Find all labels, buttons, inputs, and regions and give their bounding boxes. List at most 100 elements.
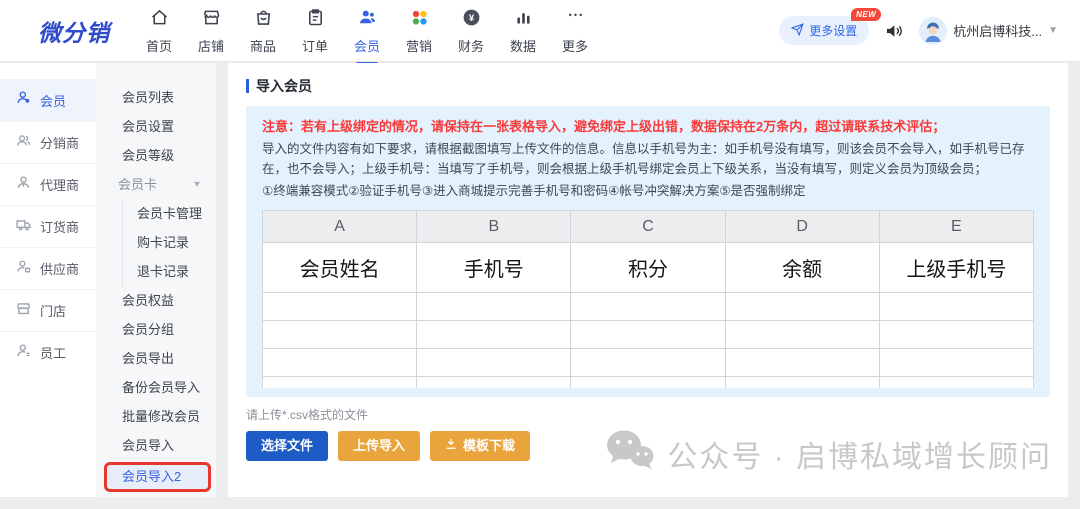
nav-item-label: 店铺 <box>197 38 224 54</box>
upload-import-button[interactable]: 上传导入 <box>338 430 421 461</box>
upload-import-label: 上传导入 <box>353 437 406 453</box>
rocket-icon <box>790 22 805 39</box>
nav-item-label: 数据 <box>509 38 536 54</box>
table-field-cell: 积分 <box>570 242 726 293</box>
nav-item-orders[interactable]: 订单 <box>296 7 334 55</box>
more-settings-button[interactable]: 更多设置 NEW <box>779 8 882 45</box>
sidebar-item-label: 员工 <box>40 346 67 361</box>
submenu-item-backup-member-import[interactable]: 备份会员导入 <box>96 373 216 402</box>
table-column-header-row: A B C D E <box>261 210 1035 243</box>
person-box-icon <box>15 258 32 280</box>
announcement-speaker-icon[interactable] <box>884 21 904 41</box>
topbar-right: 更多设置 NEW 杭州启博科技... ▼ <box>779 8 1058 45</box>
nav-item-home[interactable]: 首页 <box>140 7 178 55</box>
sidebar-item-label: 会员 <box>40 93 67 109</box>
nav-item-finance[interactable]: ¥ 财务 <box>452 7 490 55</box>
page-title-text: 导入会员 <box>256 78 312 94</box>
table-column-header: E <box>878 210 1035 243</box>
template-download-label: 模板下载 <box>463 437 516 453</box>
main-nav: 首页 店铺 商品 订单 会员 营销 ¥ 财务 数据 更多 <box>140 7 594 55</box>
bar-chart-icon <box>513 7 534 33</box>
account-name: 杭州启博科技... <box>953 24 1043 39</box>
people-icon <box>15 132 32 154</box>
choose-file-label: 选择文件 <box>261 437 314 453</box>
svg-text:¥: ¥ <box>468 13 474 24</box>
person-badge-icon <box>15 342 32 364</box>
submenu-item-member-list[interactable]: 会员列表 <box>96 83 216 112</box>
storefront-icon <box>15 300 32 322</box>
sidebar-item-suppliers[interactable]: 供应商 <box>0 247 96 289</box>
submenu-group-member-card[interactable]: 会员卡 ▼ <box>96 170 216 199</box>
table-empty-row <box>261 320 1035 349</box>
chevron-down-icon: ▼ <box>1048 25 1058 36</box>
new-badge: NEW <box>851 8 882 21</box>
topbar: 微分销 首页 店铺 商品 订单 会员 营销 ¥ 财务 数据 更多 更多设置 NE… <box>0 0 1080 62</box>
submenu-item-card-purchase-records[interactable]: 购卡记录 <box>123 228 216 257</box>
sidebar-item-label: 代理商 <box>40 178 80 193</box>
action-button-row: 选择文件 上传导入 模板下载 <box>246 430 1050 461</box>
sidebar-item-members[interactable]: 会员 <box>0 79 96 121</box>
nav-item-members[interactable]: 会员 <box>348 7 386 55</box>
table-empty-row <box>261 292 1035 321</box>
account-menu[interactable]: 杭州启博科技... ▼ <box>919 16 1058 45</box>
upload-format-hint: 请上传*.csv格式的文件 <box>246 407 369 422</box>
nav-item-products[interactable]: 商品 <box>244 7 282 55</box>
truck-icon <box>15 216 32 238</box>
chevron-down-icon: ▼ <box>192 180 202 189</box>
more-settings-label: 更多设置 <box>809 24 858 38</box>
member-person-icon <box>357 7 378 33</box>
order-clipboard-icon <box>305 7 326 33</box>
sidebar-item-distributors[interactable]: 分销商 <box>0 121 96 163</box>
nav-item-data[interactable]: 数据 <box>504 7 542 55</box>
submenu-item-batch-modify-member[interactable]: 批量修改会员 <box>96 402 216 431</box>
main-content: 导入会员 注意：若有上级绑定的情况，请保持在一张表格导入，避免绑定上级出错，数据… <box>228 63 1068 497</box>
sidebar-item-agents[interactable]: 代理商 <box>0 163 96 205</box>
marketing-dots-icon <box>409 7 430 33</box>
import-notice-panel: 注意：若有上级绑定的情况，请保持在一张表格导入，避免绑定上级出错，数据保持在2万… <box>246 106 1050 397</box>
app-logo[interactable]: 微分销 <box>38 14 110 48</box>
sidebar-item-staff[interactable]: 员工 <box>0 331 96 373</box>
table-field-cell: 上级手机号 <box>878 242 1035 293</box>
table-field-row: 会员姓名 手机号 积分 余额 上级手机号 <box>261 242 1035 293</box>
table-column-header: D <box>724 210 880 243</box>
nav-item-label: 更多 <box>561 38 588 54</box>
table-field-cell: 会员姓名 <box>261 242 418 293</box>
import-template-table: A B C D E 会员姓名 手机号 积分 余额 上级手机号 <box>261 210 1035 388</box>
table-field-cell: 手机号 <box>416 242 572 293</box>
nav-item-marketing[interactable]: 营销 <box>400 7 438 55</box>
notice-warning-text: 注意：若有上级绑定的情况，请保持在一张表格导入，避免绑定上级出错，数据保持在2万… <box>262 119 946 134</box>
template-download-button[interactable]: 模板下载 <box>430 430 531 461</box>
submenu-item-member-rights[interactable]: 会员权益 <box>96 286 216 315</box>
sidebar-item-stores[interactable]: 门店 <box>0 289 96 331</box>
submenu-item-member-import[interactable]: 会员导入 <box>96 431 216 460</box>
sidebar-item-label: 订货商 <box>40 220 80 235</box>
page-title: 导入会员 <box>246 76 1050 96</box>
secondary-sidebar: 会员列表 会员设置 会员等级 会员卡 ▼ 会员卡管理 购卡记录 退卡记录 会员权… <box>96 63 216 497</box>
submenu-group-label: 会员卡 <box>118 177 158 192</box>
choose-file-button[interactable]: 选择文件 <box>246 430 329 461</box>
submenu-item-member-level[interactable]: 会员等级 <box>96 141 216 170</box>
sidebar-item-orderers[interactable]: 订货商 <box>0 205 96 247</box>
submenu-item-member-import2[interactable]: 会员导入2 <box>104 462 211 492</box>
submenu-item-member-card-manage[interactable]: 会员卡管理 <box>123 199 216 228</box>
home-icon <box>149 7 170 33</box>
notice-steps-text: ①终端兼容模式②验证手机号③进入商城提示完善手机号和密码④帐号冲突解决方案⑤是否… <box>262 184 806 198</box>
nav-item-label: 首页 <box>145 38 172 54</box>
notice-body-text: 导入的文件内容有如下要求，请根据截图填写上传文件的信息。信息以手机号为主：如手机… <box>262 142 1025 176</box>
goods-bag-icon <box>253 7 274 33</box>
person-tie-icon <box>15 174 32 196</box>
finance-coin-icon: ¥ <box>461 7 482 33</box>
nav-item-label: 会员 <box>353 38 380 54</box>
submenu-item-member-groups[interactable]: 会员分组 <box>96 315 216 344</box>
nav-item-shop[interactable]: 店铺 <box>192 7 230 55</box>
submenu-item-card-refund-records[interactable]: 退卡记录 <box>123 257 216 286</box>
submenu-item-member-settings[interactable]: 会员设置 <box>96 112 216 141</box>
nav-item-label: 财务 <box>457 38 484 54</box>
shop-icon <box>201 7 222 33</box>
more-ellipsis-icon <box>565 7 586 33</box>
table-field-cell: 余额 <box>724 242 880 293</box>
nav-item-more[interactable]: 更多 <box>556 7 594 55</box>
table-clipped-row <box>261 376 1035 388</box>
person-icon <box>15 89 32 111</box>
submenu-item-member-export[interactable]: 会员导出 <box>96 344 216 373</box>
